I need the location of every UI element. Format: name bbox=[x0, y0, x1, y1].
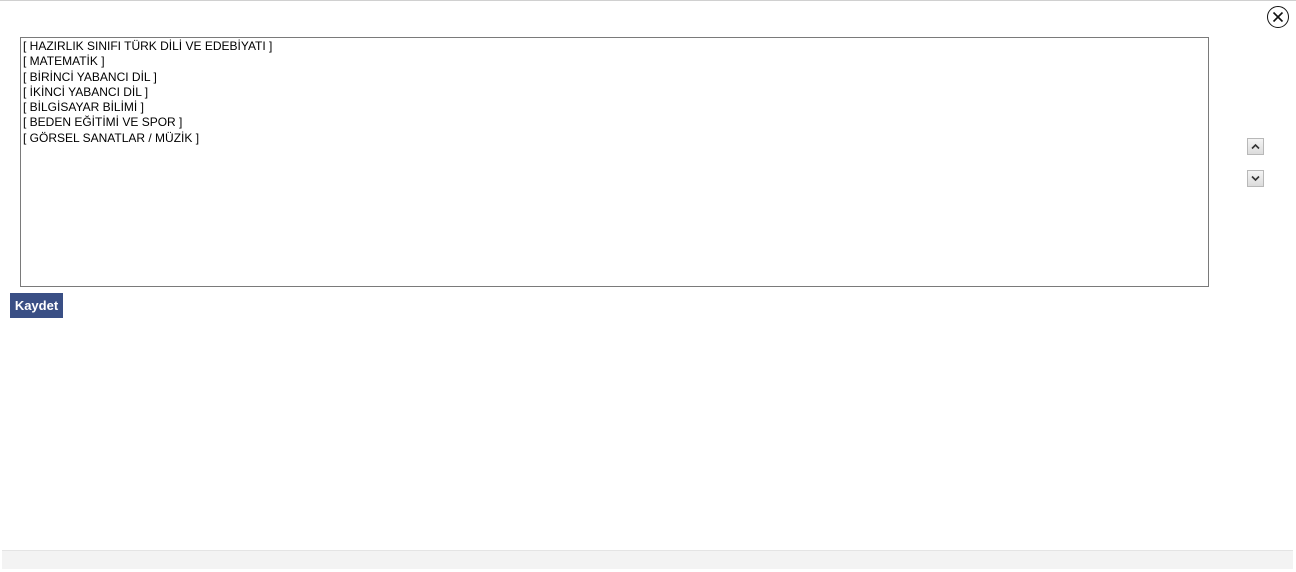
footer-bar bbox=[2, 550, 1293, 569]
list-item[interactable]: [ BİLGİSAYAR BİLİMİ ] bbox=[23, 100, 1206, 115]
close-icon bbox=[1272, 11, 1284, 23]
list-item[interactable]: [ MATEMATİK ] bbox=[23, 54, 1206, 69]
move-up-button[interactable] bbox=[1247, 138, 1264, 155]
close-button[interactable] bbox=[1267, 6, 1289, 28]
list-item[interactable]: [ İKİNCİ YABANCI DİL ] bbox=[23, 85, 1206, 100]
chevron-up-icon bbox=[1251, 143, 1260, 150]
chevron-down-icon bbox=[1251, 175, 1260, 182]
save-button[interactable]: Kaydet bbox=[10, 293, 63, 318]
course-listbox[interactable]: [ HAZIRLIK SINIFI TÜRK DİLİ VE EDEBİYATI… bbox=[20, 37, 1209, 287]
list-item[interactable]: [ GÖRSEL SANATLAR / MÜZİK ] bbox=[23, 131, 1206, 146]
list-item[interactable]: [ BİRİNCİ YABANCI DİL ] bbox=[23, 70, 1206, 85]
move-down-button[interactable] bbox=[1247, 170, 1264, 187]
list-item[interactable]: [ BEDEN EĞİTİMİ VE SPOR ] bbox=[23, 115, 1206, 130]
list-item[interactable]: [ HAZIRLIK SINIFI TÜRK DİLİ VE EDEBİYATI… bbox=[23, 39, 1206, 54]
